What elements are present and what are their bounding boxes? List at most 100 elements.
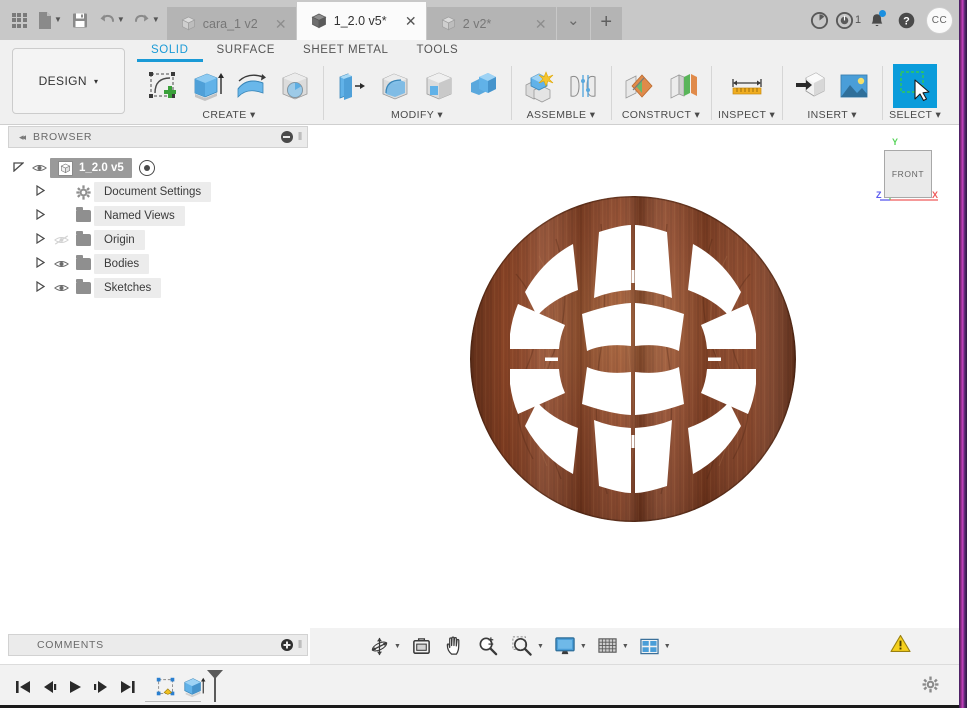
ribbon-tab-label: SURFACE — [216, 44, 276, 56]
workspace-selector[interactable]: DESIGN ▾ — [12, 48, 125, 114]
document-tab-cara_1[interactable]: cara_1 v2 ✕ — [166, 7, 297, 40]
zoom-window-button[interactable] — [509, 632, 535, 660]
expand-triangle-icon[interactable] — [8, 161, 28, 175]
chevron-down-icon: ▾ — [769, 109, 776, 121]
timeline-extrude-feature[interactable] — [180, 672, 208, 702]
avatar[interactable]: CC — [926, 6, 953, 34]
notifications-button[interactable]: 1 — [834, 4, 862, 36]
tab-overflow-button[interactable]: ⌄ — [556, 7, 591, 40]
expand-triangle-icon[interactable] — [30, 232, 50, 247]
chevron-down-icon[interactable]: ▼ — [622, 643, 629, 650]
tree-item-sketches[interactable]: Sketches — [8, 276, 308, 300]
document-tab-1_2_0[interactable]: 1_2.0 v5* ✕ — [296, 2, 427, 40]
panel-resize-grip[interactable]: ‖ — [298, 639, 303, 651]
timeline-step-forward-button[interactable] — [88, 673, 114, 701]
offset-plane-button[interactable] — [618, 65, 660, 107]
timeline-play-button[interactable] — [62, 673, 88, 701]
timeline-go-to-beginning-button[interactable] — [10, 673, 36, 701]
timeline-go-to-end-button[interactable] — [114, 673, 140, 701]
expand-triangle-icon[interactable] — [30, 256, 50, 271]
undo-button[interactable]: ▼ — [95, 5, 128, 35]
fillet-button[interactable] — [374, 65, 416, 107]
timeline-playhead[interactable] — [207, 669, 223, 702]
expand-triangle-icon[interactable] — [30, 208, 50, 223]
redo-button[interactable]: ▼ — [130, 5, 163, 35]
joint-button[interactable] — [562, 65, 604, 107]
visibility-toggle[interactable] — [28, 163, 50, 173]
minus-circle-icon[interactable] — [280, 131, 293, 143]
hole-button[interactable] — [274, 65, 316, 107]
combine-button[interactable] — [462, 65, 504, 107]
ribbon-group-label-inspect[interactable]: INSPECT ▾ — [718, 109, 775, 124]
timeline-sketch-feature[interactable] — [152, 672, 180, 702]
new-component-button[interactable] — [518, 65, 560, 107]
save-button[interactable] — [67, 5, 93, 35]
close-icon[interactable]: ✕ — [404, 14, 418, 28]
chevron-down-icon[interactable]: ▼ — [580, 643, 587, 650]
tree-root-node[interactable]: 1_2.0 v5 — [8, 156, 308, 180]
insert-canvas-button[interactable] — [833, 65, 875, 107]
measure-button[interactable] — [724, 65, 770, 107]
viewport-canvas[interactable]: Y X Z FRONT — [310, 126, 959, 627]
ribbon-group-label-select[interactable]: SELECT ▾ — [889, 109, 941, 124]
plane-through-button[interactable] — [662, 65, 704, 107]
plus-circle-icon[interactable] — [280, 639, 293, 651]
comments-panel-header[interactable]: COMMENTS ‖ — [8, 634, 308, 656]
ribbon-group-label-modify[interactable]: MODIFY ▾ — [391, 109, 443, 124]
select-window-button[interactable] — [893, 63, 938, 108]
ribbon-tab-sheet-metal[interactable]: SHEET METAL — [289, 44, 402, 62]
tree-item-document-settings[interactable]: Document Settings — [8, 180, 308, 204]
ribbon-group-label-construct[interactable]: CONSTRUCT ▾ — [622, 109, 700, 124]
app-grid-button[interactable] — [6, 5, 32, 35]
tree-item-origin[interactable]: Origin — [8, 228, 308, 252]
close-icon[interactable]: ✕ — [534, 17, 548, 31]
view-cube[interactable]: Y X Z FRONT — [868, 137, 946, 208]
timeline-settings-button[interactable] — [922, 676, 939, 698]
help-button[interactable]: ? — [892, 4, 920, 36]
new-tab-button[interactable]: + — [590, 7, 623, 40]
ribbon-group-label-create[interactable]: CREATE ▾ — [202, 109, 255, 124]
create-sketch-button[interactable] — [142, 65, 184, 107]
viewcube-face-front[interactable]: FRONT — [884, 150, 932, 198]
press-pull-button[interactable] — [330, 65, 372, 107]
expand-triangle-icon[interactable] — [30, 184, 50, 199]
look-at-button[interactable] — [409, 632, 434, 660]
extrude-button[interactable] — [186, 65, 228, 107]
ribbon-tab-solid[interactable]: SOLID — [137, 44, 203, 62]
pan-button[interactable] — [442, 632, 467, 660]
tree-item-bodies[interactable]: Bodies — [8, 252, 308, 276]
viewports-button[interactable] — [637, 632, 662, 660]
visibility-toggle[interactable] — [50, 283, 72, 293]
ribbon-tab-surface[interactable]: SURFACE — [203, 44, 290, 62]
chevron-down-icon[interactable]: ▼ — [664, 643, 671, 650]
shell-button[interactable] — [418, 65, 460, 107]
insert-derive-button[interactable] — [789, 65, 831, 107]
warning-button[interactable] — [890, 634, 911, 658]
visibility-toggle[interactable] — [50, 235, 72, 245]
close-icon[interactable]: ✕ — [274, 17, 288, 31]
display-settings-button[interactable] — [552, 632, 578, 660]
chevron-down-icon: ▾ — [94, 76, 99, 86]
orbit-button[interactable] — [367, 632, 392, 660]
panel-resize-grip[interactable]: ‖ — [298, 131, 303, 143]
ribbon-group-label-insert[interactable]: INSERT ▾ — [807, 109, 857, 124]
activate-component-icon[interactable] — [138, 160, 155, 176]
grid-snaps-button[interactable] — [595, 632, 620, 660]
extrude-icon — [194, 72, 224, 101]
job-status-button[interactable] — [805, 4, 833, 36]
visibility-toggle[interactable] — [50, 259, 72, 269]
ribbon-group-label-assemble[interactable]: ASSEMBLE ▾ — [527, 109, 596, 124]
zoom-button[interactable] — [475, 632, 501, 660]
revolve-button[interactable] — [230, 65, 272, 107]
expand-triangle-icon[interactable] — [30, 280, 50, 295]
chevron-down-icon[interactable]: ▼ — [394, 643, 401, 650]
model-3d-view[interactable] — [310, 126, 959, 627]
new-file-button[interactable]: ▼ — [34, 5, 65, 35]
tree-item-named-views[interactable]: Named Views — [8, 204, 308, 228]
alerts-button[interactable] — [863, 4, 891, 36]
document-tab-2[interactable]: 2 v2* ✕ — [426, 7, 557, 40]
collapse-panel-icon[interactable]: ◂◂ — [19, 132, 26, 143]
timeline-step-back-button[interactable] — [36, 673, 62, 701]
ribbon-tab-tools[interactable]: TOOLS — [402, 44, 472, 62]
chevron-down-icon[interactable]: ▼ — [537, 643, 544, 650]
